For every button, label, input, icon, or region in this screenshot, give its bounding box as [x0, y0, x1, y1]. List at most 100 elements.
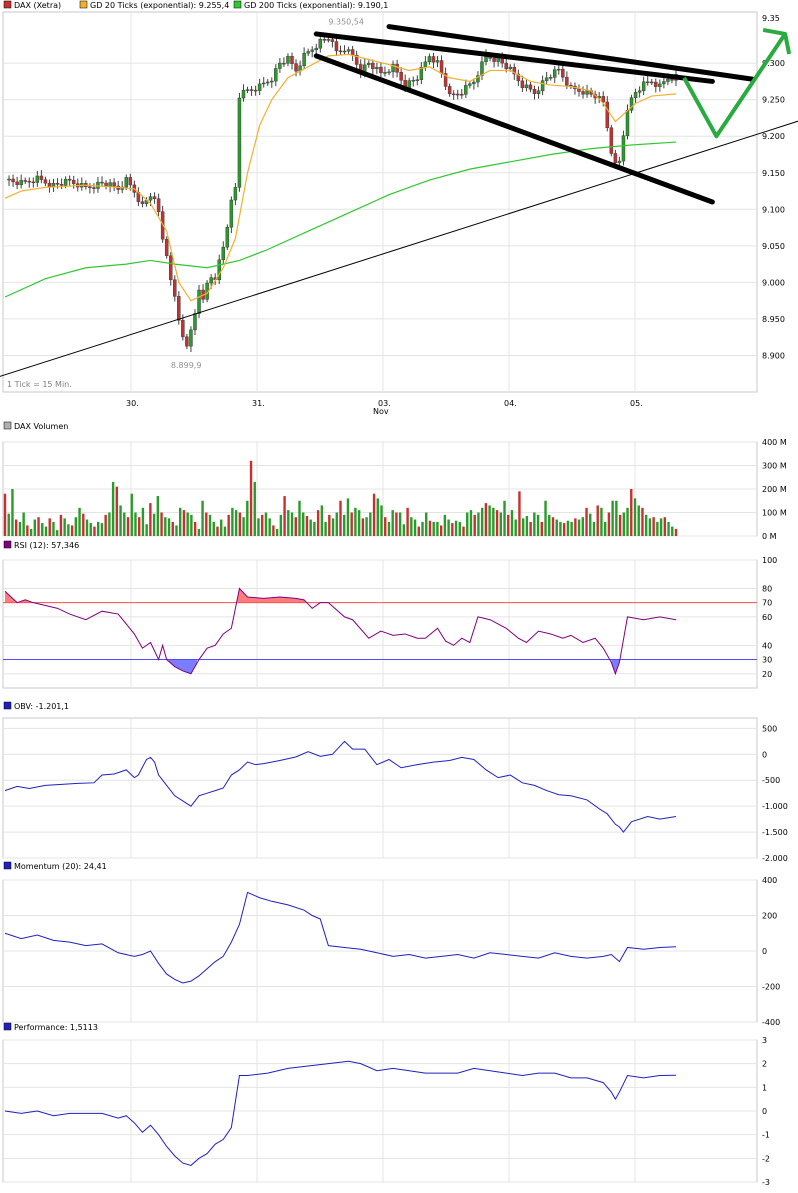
volume-bar	[328, 514, 331, 536]
volume-bar	[413, 519, 417, 536]
candle	[314, 47, 318, 51]
y-tick-label: 400	[762, 876, 777, 885]
y-tick-label: 9.250	[762, 96, 785, 105]
volume-bar	[320, 505, 324, 536]
volume-bar	[18, 521, 22, 536]
volume-bar	[119, 505, 122, 536]
candle	[464, 85, 468, 95]
candle	[540, 80, 545, 92]
volume-bar	[309, 519, 312, 536]
candle	[338, 50, 343, 53]
candle	[451, 93, 456, 96]
candle	[585, 90, 589, 95]
legend-entry: GD 200 Ticks (exponential): 9.190,1	[244, 1, 388, 10]
volume-bar	[577, 519, 581, 536]
candle	[387, 71, 391, 74]
volume-bar	[298, 500, 301, 536]
candle	[96, 181, 100, 189]
volume-bar	[447, 519, 450, 536]
legend-swatch	[3, 1022, 12, 1031]
candle	[350, 49, 355, 56]
volume-bar	[130, 493, 133, 536]
candle	[108, 182, 112, 187]
volume-bar	[324, 521, 327, 536]
candle	[379, 66, 383, 74]
y-tick-label: 9.150	[762, 169, 785, 178]
volume-bar	[380, 505, 383, 536]
volume-bar	[477, 512, 480, 536]
volume-bar	[562, 523, 566, 536]
volume-bar	[398, 512, 402, 536]
volume-bar	[52, 521, 55, 536]
candle	[92, 187, 96, 189]
x-tick-label: 05.	[630, 399, 643, 408]
volume-bar	[615, 500, 618, 536]
volume-bar	[67, 524, 70, 536]
volume-bar	[644, 514, 648, 536]
volume-bar	[272, 525, 275, 536]
candle	[282, 62, 286, 65]
volume-bar	[287, 510, 290, 536]
candle	[261, 82, 266, 85]
volume-bar	[138, 517, 141, 536]
candle	[423, 61, 428, 68]
candle	[395, 63, 399, 73]
volume-bar	[14, 519, 18, 536]
y-tick-label: -1.000	[762, 802, 788, 811]
volume-bar	[436, 521, 439, 536]
candle	[55, 182, 60, 185]
volume-bar	[503, 500, 506, 536]
candle	[278, 62, 282, 69]
candle	[544, 77, 549, 81]
candle	[455, 93, 460, 96]
y-tick-label: 400 M	[762, 438, 787, 447]
volume-bar	[462, 526, 465, 536]
candle	[617, 160, 622, 164]
candle	[19, 180, 23, 186]
legend-swatch	[3, 861, 12, 870]
candle	[265, 81, 270, 84]
candle	[548, 77, 553, 79]
candle	[645, 81, 650, 84]
volume-bar	[343, 514, 346, 536]
volume-bar	[346, 498, 350, 536]
candle	[233, 187, 238, 201]
volume-bar	[145, 524, 148, 536]
panel-frame	[2, 717, 758, 859]
volume-bar	[11, 489, 14, 536]
candle	[11, 178, 15, 183]
candle	[168, 255, 173, 281]
candle	[209, 277, 213, 284]
candle	[294, 63, 298, 72]
y-tick-label: 300 M	[762, 462, 787, 471]
volume-bar	[339, 500, 342, 536]
panel-title: OBV: -1.201,1	[14, 702, 69, 711]
legend-swatch	[3, 701, 12, 710]
panel-title: Momentum (20): 24,41	[14, 862, 107, 871]
x-tick-label: 04.	[504, 399, 517, 408]
volume-bar	[376, 498, 379, 536]
candle	[274, 68, 278, 82]
candle	[411, 79, 416, 82]
volume-bar	[600, 507, 603, 536]
candle	[27, 180, 32, 183]
panel-title: RSI (12): 57,346	[14, 541, 79, 550]
volume-bar	[70, 525, 74, 536]
volume-bar	[26, 525, 29, 536]
volume-bar	[454, 520, 458, 536]
y-tick-label: 100 M	[762, 509, 787, 518]
volume-bar	[641, 507, 644, 536]
candle	[35, 175, 40, 183]
volume-bar	[622, 512, 626, 536]
volume-bar	[216, 526, 219, 536]
candle	[156, 198, 161, 212]
volume-bar	[305, 516, 309, 536]
legend-swatch	[233, 0, 242, 9]
candle	[565, 76, 569, 86]
volume-bar	[261, 514, 264, 536]
volume-bar	[589, 513, 592, 536]
volume-bar	[141, 507, 145, 536]
candle	[23, 180, 27, 182]
candle	[367, 62, 371, 66]
candle	[654, 81, 658, 87]
